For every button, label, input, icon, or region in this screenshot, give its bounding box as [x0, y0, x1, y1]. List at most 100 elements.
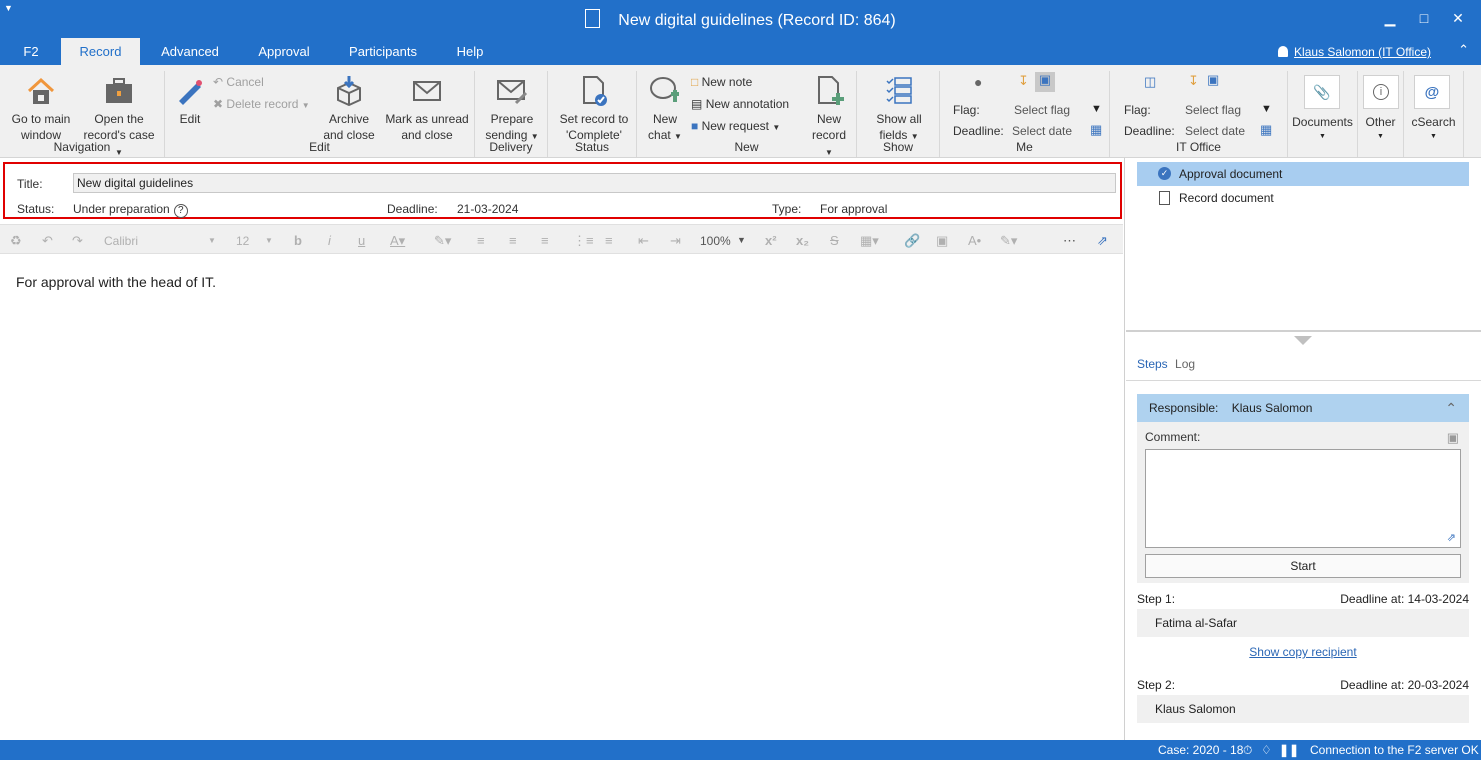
link-icon[interactable]: 🔗 [904, 233, 920, 249]
responsible-header[interactable]: Responsible: Klaus Salomon ⌃ [1137, 394, 1469, 422]
user-name[interactable]: Klaus Salomon (IT Office) [1294, 45, 1431, 59]
csearch-button[interactable]: cSearch [1404, 115, 1463, 129]
new-chat-button[interactable]: New chat ▼ [645, 73, 685, 145]
chevron-down-icon[interactable]: ▼ [208, 236, 216, 245]
tag-icon[interactable]: ♢ [1261, 740, 1272, 760]
help-icon[interactable]: ? [173, 204, 188, 218]
numbered-list-icon[interactable]: ≡ [605, 233, 613, 248]
edit-button[interactable]: Edit [173, 73, 207, 127]
inbox-download-icon[interactable]: ↧ [1188, 73, 1199, 89]
group-label: Status [574, 140, 610, 154]
chevron-down-icon[interactable]: ▼ [737, 235, 746, 245]
it-flag-select[interactable]: Select flag [1185, 103, 1241, 117]
align-center-icon[interactable]: ≡ [509, 233, 517, 248]
align-right-icon[interactable]: ≡ [541, 233, 549, 248]
documents-button[interactable]: Documents [1288, 115, 1357, 129]
tab-help[interactable]: Help [445, 38, 495, 65]
font-select[interactable]: Calibri [104, 234, 138, 248]
other-button[interactable]: Other [1358, 115, 1403, 129]
italic-icon[interactable]: i [328, 233, 331, 248]
pause-icon[interactable]: ❚❚ [1279, 740, 1299, 760]
document-check-icon [554, 73, 634, 109]
splitter-arrow-icon[interactable] [1294, 336, 1312, 345]
maximize-button[interactable]: □ [1414, 10, 1434, 26]
expand-icon[interactable]: ⇗ [1447, 531, 1456, 544]
tab-advanced[interactable]: Advanced [152, 38, 228, 65]
clear-format-icon[interactable]: A• [968, 233, 981, 248]
collapse-ribbon-icon[interactable]: ⌃ [1458, 42, 1469, 58]
deadline-value[interactable]: 21-03-2024 [457, 202, 518, 216]
it-deadline-select[interactable]: Select date [1185, 124, 1245, 138]
strikethrough-icon[interactable]: S [830, 233, 839, 248]
indent-icon[interactable]: ⇥ [670, 233, 681, 249]
show-all-fields-button[interactable]: Show all fields ▼ [869, 73, 929, 145]
delete-record-button[interactable]: ✖ Delete record ▼ [213, 97, 310, 111]
current-user-link[interactable]: Klaus Salomon (IT Office) [1278, 45, 1431, 59]
tab-log[interactable]: Log [1175, 357, 1195, 371]
stopwatch-icon[interactable]: ⏱ [1243, 740, 1252, 760]
task-icon[interactable]: ▣ [1207, 72, 1219, 88]
edit-document-icon[interactable]: ✎▾ [1000, 233, 1017, 249]
group-csearch[interactable]: @ cSearch ▼ [1404, 71, 1464, 157]
calendar-icon[interactable]: ▦ [1260, 122, 1272, 138]
font-color-icon[interactable]: A▾ [390, 233, 405, 249]
go-to-main-window-button[interactable]: Go to main window [6, 73, 76, 143]
task-icon[interactable]: ▣ [1035, 72, 1055, 92]
tab-record[interactable]: Record [61, 38, 140, 65]
undo-icon[interactable]: ↶ [42, 233, 53, 249]
bold-icon[interactable]: b [294, 233, 302, 248]
me-deadline-select[interactable]: Select date [1012, 124, 1072, 138]
tab-f2[interactable]: F2 [14, 38, 48, 65]
format-painter-icon[interactable]: ♻ [10, 233, 22, 249]
document-item-record[interactable]: Record document [1137, 186, 1469, 210]
expand-editor-icon[interactable]: ⇗ [1097, 233, 1108, 249]
flag-dropdown-icon[interactable]: ▼ [1091, 103, 1102, 115]
prepare-sending-button[interactable]: Prepare sending ▼ [481, 73, 543, 145]
chevron-up-icon[interactable]: ⌃ [1445, 394, 1457, 422]
tab-approval[interactable]: Approval [247, 38, 321, 65]
archive-and-close-button[interactable]: Archive and close [323, 73, 375, 143]
redo-icon[interactable]: ↷ [72, 233, 83, 249]
new-note-button[interactable]: □ New note [691, 75, 752, 89]
calendar-icon[interactable]: ▦ [1090, 122, 1102, 138]
me-flag-select[interactable]: Select flag [1014, 103, 1070, 117]
title-input[interactable]: New digital guidelines [73, 173, 1116, 193]
show-copy-recipient-link[interactable]: Show copy recipient [1249, 645, 1356, 659]
document-item-approval[interactable]: ✓ Approval document [1137, 162, 1469, 186]
save-icon[interactable]: ▣ [1447, 430, 1459, 446]
subscript-icon[interactable]: x₂ [796, 233, 809, 248]
tab-participants[interactable]: Participants [340, 38, 426, 65]
font-size-select[interactable]: 12 [236, 234, 249, 248]
highlight-icon[interactable]: ✎▾ [434, 233, 451, 249]
document-add-icon [807, 73, 851, 109]
cancel-label: Cancel [226, 75, 264, 89]
chevron-down-icon[interactable]: ▼ [265, 236, 273, 245]
group-documents[interactable]: 📎 Documents ▼ [1288, 71, 1358, 157]
outdent-icon[interactable]: ⇤ [638, 233, 649, 249]
new-annotation-button[interactable]: ▤ New annotation [691, 97, 789, 111]
table-icon[interactable]: ▦▾ [860, 233, 879, 249]
close-button[interactable]: ✕ [1448, 10, 1468, 27]
comment-textarea[interactable]: ⇗ [1145, 449, 1461, 548]
zoom-select[interactable]: 100% [700, 234, 731, 248]
more-icon[interactable]: ⋯ [1063, 233, 1076, 249]
new-request-button[interactable]: ■ New request ▼ [691, 119, 780, 133]
group-other[interactable]: i Other ▼ [1358, 71, 1404, 157]
bullet-list-icon[interactable]: ⋮≡ [573, 233, 594, 249]
flag-dropdown-icon[interactable]: ▼ [1261, 103, 1272, 115]
start-button[interactable]: Start [1145, 554, 1461, 578]
superscript-icon[interactable]: x² [765, 233, 777, 248]
inbox-download-icon[interactable]: ↧ [1018, 73, 1029, 89]
mark-as-unread-button[interactable]: Mark as unread and close [383, 73, 471, 143]
tab-steps[interactable]: Steps [1137, 357, 1168, 371]
align-left-icon[interactable]: ≡ [477, 233, 485, 248]
cancel-button[interactable]: ↶ Cancel [213, 75, 264, 89]
type-value[interactable]: For approval [820, 202, 887, 216]
pane-splitter[interactable] [1126, 330, 1481, 332]
underline-icon[interactable]: u [358, 233, 365, 248]
record-body-text[interactable]: For approval with the head of IT. [16, 274, 216, 290]
image-icon[interactable]: ▣ [936, 233, 948, 249]
set-complete-button[interactable]: Set record to 'Complete' [554, 73, 634, 143]
case-number[interactable]: Case: 2020 - 18 [1158, 740, 1243, 760]
minimize-button[interactable]: ▁ [1380, 10, 1400, 27]
